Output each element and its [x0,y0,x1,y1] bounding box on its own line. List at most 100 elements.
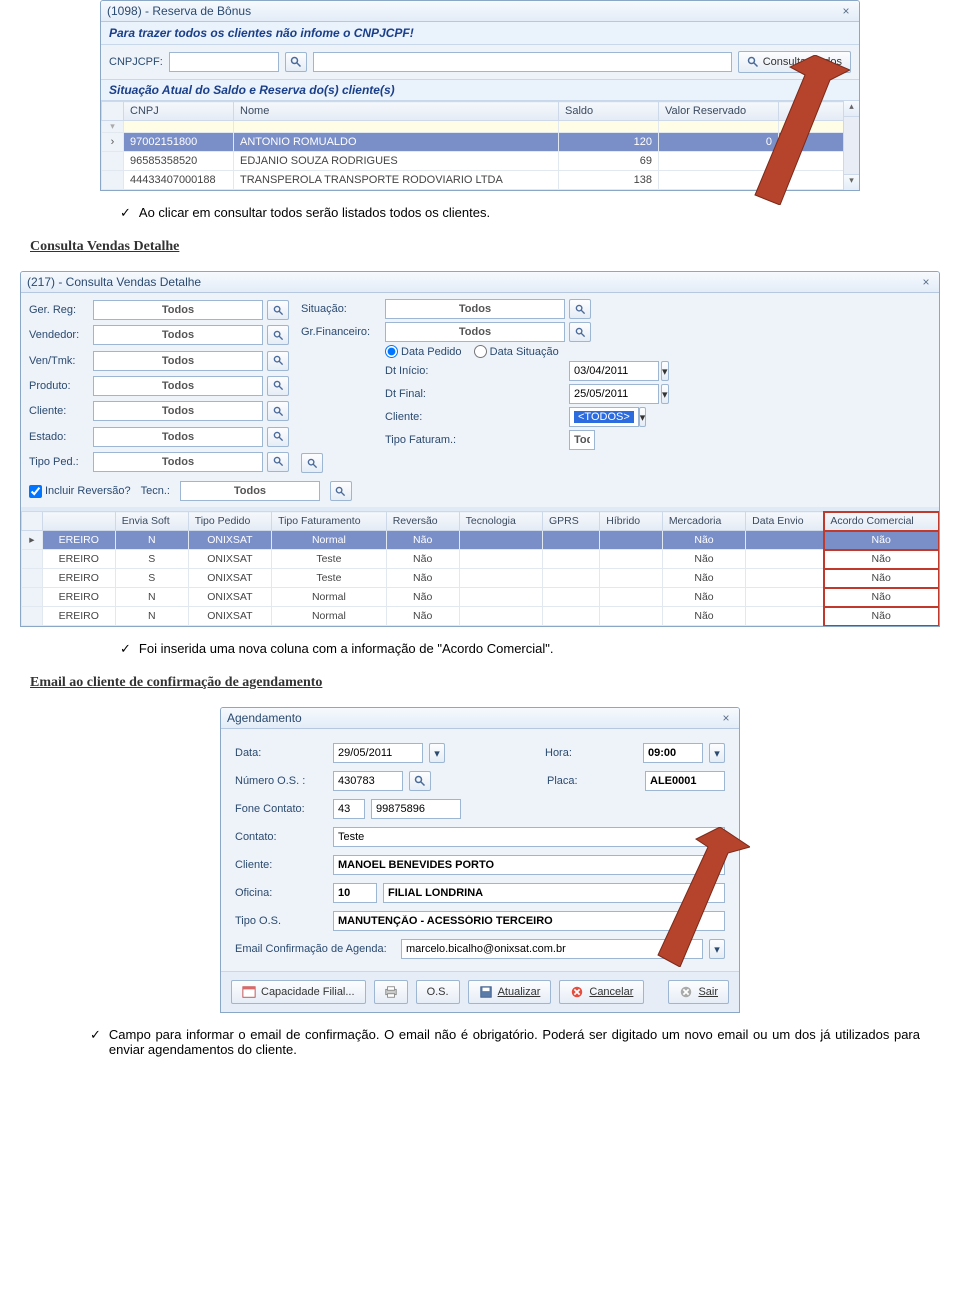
radio-datasituacao[interactable]: Data Situação [474,345,559,358]
clientes-grid[interactable]: CNPJ Nome Saldo Valor Reservado ▾ › 9700… [101,101,859,190]
agendamento-window: Agendamento × Data: ▾ Hora: ▾ Número O.S… [220,707,740,1013]
search-button[interactable] [301,453,323,473]
table-row[interactable]: EREIRONONIXSATNormalNãoNãoNão [22,607,939,626]
col-cnpj[interactable]: CNPJ [124,102,234,121]
search-button[interactable] [267,351,289,371]
search-button[interactable] [569,322,591,342]
in-oficina-cod[interactable] [333,883,377,903]
table-row[interactable]: 44433407000188 TRANSPEROLA TRANSPORTE RO… [102,171,859,190]
in-gerreg[interactable] [93,300,263,320]
col-gprs[interactable]: GPRS [542,512,599,531]
cell-nome: EDJANIO SOUZA RODRIGUES [234,152,559,171]
col-mercadoria[interactable]: Mercadoria [662,512,745,531]
in-grfin[interactable] [385,322,565,342]
magnifier-icon [747,56,759,68]
table-row[interactable]: ▸EREIRONONIXSATNormalNãoNãoNão [22,531,939,550]
col-nome[interactable]: Nome [234,102,559,121]
search-button[interactable] [267,300,289,320]
col-saldo[interactable]: Saldo [559,102,659,121]
lbl-oficina: Oficina: [235,887,327,899]
search-button[interactable] [267,401,289,421]
table-row[interactable]: EREIRONONIXSATNormalNãoNãoNão [22,588,939,607]
in-dtinicio[interactable] [569,361,659,381]
scroll-up-icon[interactable]: ▴ [844,101,859,117]
in-contato[interactable] [333,827,725,847]
in-oficina-nome[interactable] [383,883,725,903]
search-button[interactable] [267,376,289,396]
in-cliente-dropdown[interactable]: <TODOS> [569,407,639,427]
in-vendedor[interactable] [93,325,263,345]
in-fone[interactable] [371,799,461,819]
vertical-scrollbar[interactable]: ▴ ▾ [843,101,859,190]
dropdown-icon[interactable]: ▾ [429,743,445,763]
close-icon[interactable]: × [919,275,933,289]
in-estado[interactable] [93,427,263,447]
table-row[interactable]: 96585358520 EDJANIO SOUZA RODRIGUES 69 0 [102,152,859,171]
check-icon: ✓ [90,1027,101,1043]
in-produto[interactable] [93,376,263,396]
close-icon[interactable]: × [719,711,733,725]
search-button[interactable] [330,481,352,501]
in-ddd[interactable] [333,799,365,819]
in-data[interactable] [333,743,423,763]
cell-cnpj: 97002151800 [124,133,234,152]
col-valor-reservado[interactable]: Valor Reservado [659,102,779,121]
scroll-down-icon[interactable]: ▾ [844,174,859,190]
lbl-produto: Produto: [29,380,89,392]
btn-sair[interactable]: Sair [668,980,729,1004]
col-blank[interactable] [42,512,115,531]
search-button[interactable] [569,299,591,319]
dropdown-icon[interactable]: ▾ [709,743,725,763]
radio-datapedido[interactable]: Data Pedido [385,345,462,358]
dropdown-icon[interactable]: ▾ [639,407,647,427]
filter-row[interactable]: ▾ [102,121,859,133]
col-tecnologia[interactable]: Tecnologia [459,512,542,531]
in-dtfinal[interactable] [569,384,659,404]
btn-cancelar[interactable]: Cancelar [559,980,644,1004]
dropdown-icon[interactable]: ▾ [661,384,669,404]
consultar-todos-label: Consultar Todos [763,56,842,68]
col-tipopedido[interactable]: Tipo Pedido [188,512,271,531]
reserva-bonus-window: (1098) - Reserva de Bônus × Para trazer … [100,0,860,191]
table-row[interactable]: EREIROSONIXSATTesteNãoNãoNão [22,569,939,588]
checkbox-incluir-reversao[interactable]: Incluir Reversão? [29,485,131,498]
grid-section-header: Situação Atual do Saldo e Reserva do(s) … [101,80,859,101]
search-button[interactable] [267,325,289,345]
col-enviasoft[interactable]: Envia Soft [115,512,188,531]
consulta-vendas-window: (217) - Consulta Vendas Detalhe × Ger. R… [20,271,940,627]
col-dataenvio[interactable]: Data Envio [746,512,824,531]
search-button[interactable] [267,452,289,472]
search-button[interactable] [409,771,431,791]
in-tipoos[interactable] [333,911,725,931]
in-numos[interactable] [333,771,403,791]
btn-capacidade-filial[interactable]: Capacidade Filial... [231,980,366,1004]
in-ventmk[interactable] [93,351,263,371]
close-icon[interactable]: × [839,4,853,18]
btn-print[interactable] [374,980,408,1004]
in-cliente[interactable] [93,401,263,421]
cnpj-search-button[interactable] [285,52,307,72]
table-row[interactable]: › 97002151800 ANTONIO ROMUALDO 120 0 0 [102,133,859,152]
in-tipofat[interactable] [569,430,595,450]
cnpj-input[interactable] [169,52,279,72]
col-reversao[interactable]: Reversão [386,512,459,531]
in-cliente[interactable] [333,855,725,875]
table-row[interactable]: EREIROSONIXSATTesteNãoNãoNão [22,550,939,569]
col-acordo-comercial[interactable]: Acordo Comercial [824,512,939,531]
in-placa[interactable] [645,771,725,791]
col-tipofaturamento[interactable]: Tipo Faturamento [272,512,387,531]
col-hibrido[interactable]: Híbrido [600,512,663,531]
cnpj-name-display [313,52,732,72]
consultar-todos-button[interactable]: Consultar Todos [738,51,851,73]
dropdown-icon[interactable]: ▾ [709,939,725,959]
in-tecn[interactable] [180,481,320,501]
in-tipoped[interactable] [93,452,263,472]
dropdown-icon[interactable]: ▾ [661,361,669,381]
btn-atualizar[interactable]: Atualizar [468,980,552,1004]
in-hora[interactable] [643,743,703,763]
search-button[interactable] [267,427,289,447]
in-email-confirmacao[interactable] [401,939,703,959]
in-situacao[interactable] [385,299,565,319]
vendas-detalhe-grid[interactable]: Envia Soft Tipo Pedido Tipo Faturamento … [21,511,939,626]
btn-os[interactable]: O.S. [416,980,460,1004]
